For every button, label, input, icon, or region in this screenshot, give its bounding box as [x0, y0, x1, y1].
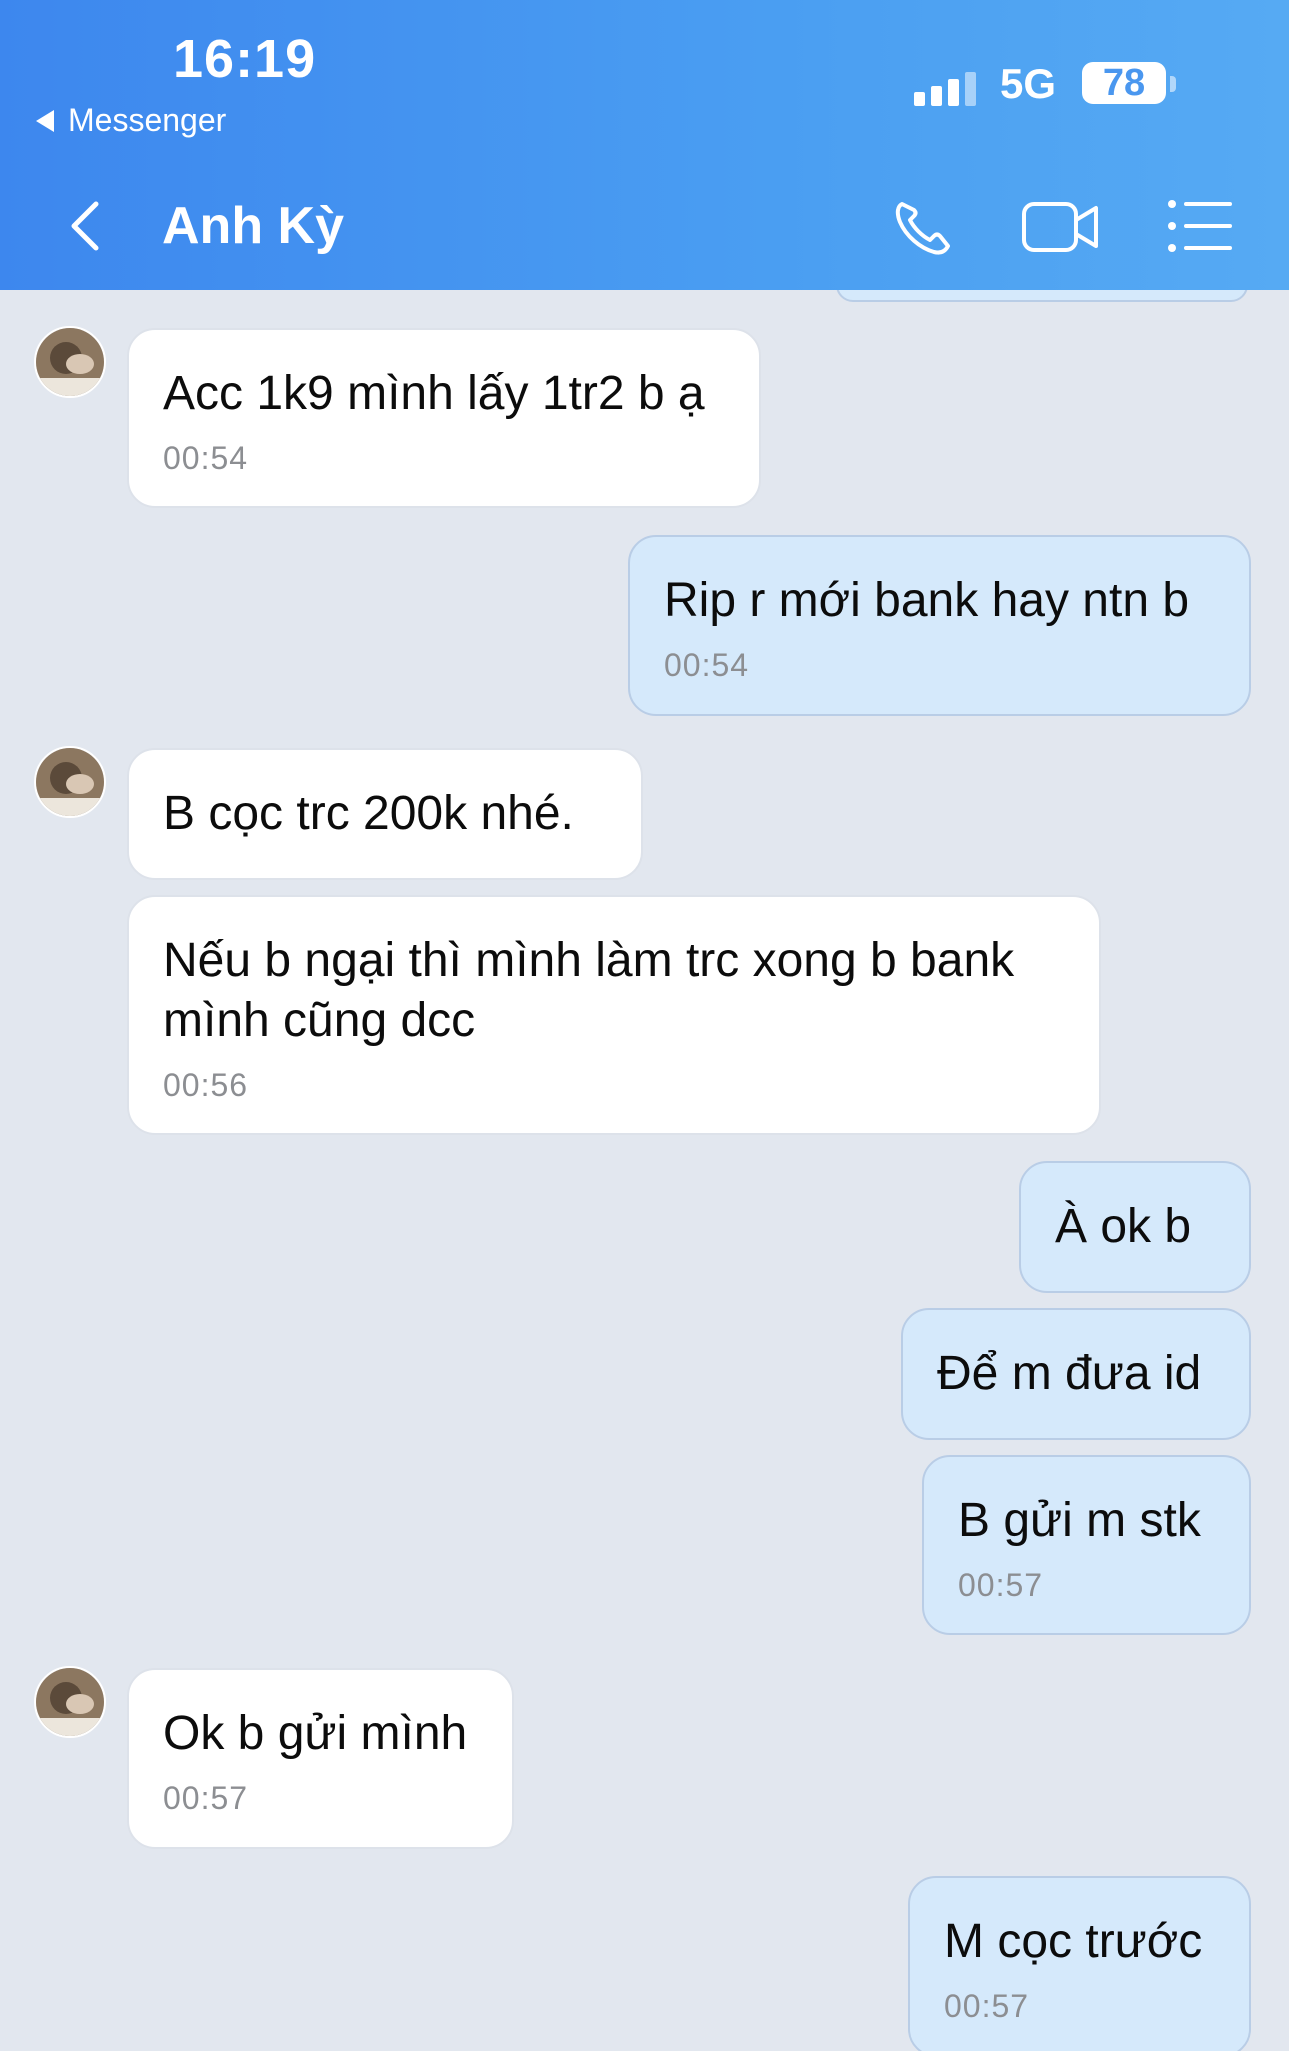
- message-time: 00:56: [163, 1067, 249, 1103]
- contact-avatar[interactable]: [34, 326, 106, 398]
- message-text: Rip r mới bank hay ntn b: [664, 574, 1190, 627]
- back-app-label: Messenger: [68, 102, 227, 138]
- message-bubble-outgoing[interactable]: Rip r mới bank hay ntn b 00:54: [628, 535, 1251, 716]
- battery-cap: [1170, 76, 1176, 92]
- message-text: Ok b gửi mình: [163, 1707, 468, 1760]
- message-text: Acc 1k9 mình lấy 1tr2 b ạ: [163, 367, 705, 420]
- message-time: 00:57: [944, 1988, 1030, 2024]
- battery-icon: 78: [1082, 62, 1166, 104]
- video-camera-icon[interactable]: [1020, 190, 1104, 262]
- message-bubble-outgoing[interactable]: B gửi m stk 00:57: [922, 1455, 1251, 1635]
- message-bubble-outgoing[interactable]: À ok b: [1019, 1161, 1251, 1293]
- contact-avatar[interactable]: [34, 1666, 106, 1738]
- message-text: Để m đưa id: [937, 1347, 1202, 1400]
- status-time: 16:19: [173, 29, 317, 89]
- chat-header: 16:19 Messenger 5G 78 Anh Kỳ: [0, 0, 1289, 290]
- message-time: 00:54: [163, 440, 249, 476]
- message-bubble-outgoing[interactable]: M cọc trước 00:57: [908, 1876, 1251, 2051]
- message-bubble-outgoing[interactable]: Để m đưa id: [901, 1308, 1251, 1440]
- list-menu-icon[interactable]: [1160, 190, 1244, 262]
- message-text: Nếu b ngại thì mình làm trc xong b bank …: [163, 934, 1015, 1047]
- message-text: B cọc trc 200k nhé.: [163, 787, 574, 840]
- previous-message-edge: [836, 290, 1248, 302]
- message-time: 00:54: [664, 647, 750, 683]
- contact-name[interactable]: Anh Kỳ: [162, 196, 344, 256]
- contact-avatar[interactable]: [34, 746, 106, 818]
- message-time: 00:57: [163, 1780, 249, 1816]
- message-bubble-incoming[interactable]: B cọc trc 200k nhé.: [127, 748, 643, 880]
- battery-level: 78: [1102, 61, 1146, 104]
- message-text: À ok b: [1055, 1200, 1192, 1253]
- message-text: B gửi m stk: [958, 1494, 1201, 1547]
- back-triangle-icon: [36, 109, 54, 132]
- back-to-app-link[interactable]: Messenger: [36, 102, 226, 139]
- message-bubble-incoming[interactable]: Ok b gửi mình 00:57: [127, 1668, 514, 1849]
- back-chevron-icon[interactable]: [62, 196, 112, 256]
- phone-icon[interactable]: [886, 190, 970, 262]
- message-text: M cọc trước: [944, 1915, 1203, 1968]
- network-type: 5G: [1000, 60, 1057, 107]
- message-time: 00:57: [958, 1567, 1044, 1603]
- message-bubble-incoming[interactable]: Nếu b ngại thì mình làm trc xong b bank …: [127, 895, 1101, 1135]
- cellular-signal-icon: [914, 68, 976, 106]
- message-bubble-incoming[interactable]: Acc 1k9 mình lấy 1tr2 b ạ 00:54: [127, 328, 761, 508]
- message-list[interactable]: Acc 1k9 mình lấy 1tr2 b ạ 00:54 Rip r mớ…: [0, 290, 1289, 2051]
